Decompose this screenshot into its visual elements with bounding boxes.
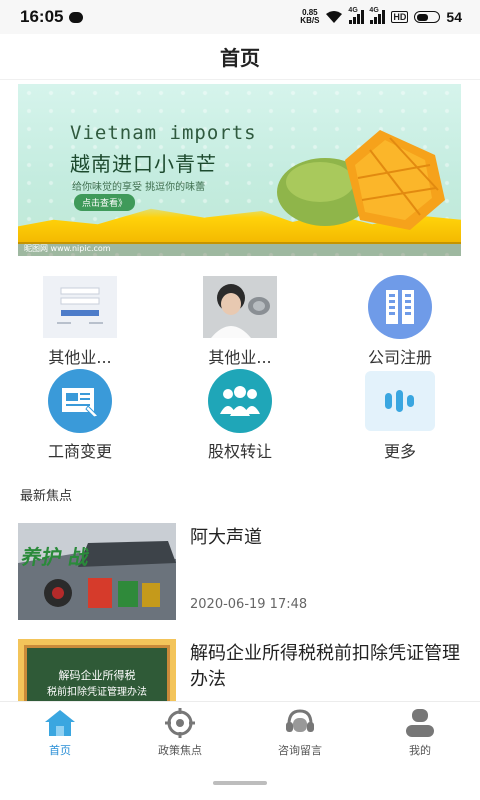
tab-label: 咨询留言	[278, 744, 322, 757]
grid-item-more[interactable]: 更多	[340, 370, 460, 462]
tab-policy-focus[interactable]: 政策焦点	[120, 702, 240, 767]
home-icon	[45, 710, 75, 736]
building-icon	[368, 275, 432, 339]
news-title: 阿大声道	[190, 527, 262, 548]
network-speed: 0.85 KB/S	[300, 8, 320, 25]
page-title: 首页	[220, 46, 260, 70]
document-edit-icon	[48, 369, 112, 433]
banner-subtitle: 给你味觉的享受 挑逗你的味蕾	[72, 182, 206, 193]
promo-banner[interactable]: Vietnam imports 越南进口小青芒 给你味觉的享受 挑逗你的味蕾 点…	[18, 84, 461, 256]
bottom-tab-bar: 首页 政策焦点 咨询留言 我的	[0, 701, 480, 767]
news-title: 解码企业所得税税前扣除凭证管理办法	[190, 643, 460, 690]
banner-view-button[interactable]: 点击查看》	[74, 194, 136, 211]
form-screenshot-thumbnail	[43, 276, 117, 338]
status-bar: 16:05 0.85 KB/S 4G 4G HD 54	[0, 0, 480, 34]
banner-title-cn: 越南进口小青芒	[70, 152, 217, 176]
news-thumbnail-text: 养护 战	[19, 545, 91, 569]
banner-watermark: 昵图网 www.nipic.com	[24, 244, 111, 253]
battery-level: 54	[446, 9, 462, 25]
user-icon	[406, 709, 434, 737]
tab-mine[interactable]: 我的	[360, 702, 480, 767]
news-item[interactable]: 解码企业所得税 税前扣除凭证管理办法 解码企业所得税税前扣除凭证管理办法	[18, 639, 462, 701]
signal-icon-2: 4G	[369, 7, 386, 24]
banner-title-en: Vietnam imports	[70, 122, 257, 144]
grid-label: 其他业...	[48, 348, 112, 367]
grid-item-company-registration[interactable]: 公司注册	[340, 275, 460, 368]
grid-label: 股权转让	[207, 442, 272, 461]
news-item[interactable]: 养护 战 阿大声道 2020-06-19 17:48	[18, 523, 462, 623]
hd-icon: HD	[391, 11, 409, 23]
grid-item-other-business-2[interactable]: 其他业...	[180, 276, 300, 368]
news-thumbnail-text-1: 解码企业所得税	[58, 669, 136, 682]
more-bars-icon	[365, 371, 435, 431]
app-header: 首页	[0, 34, 480, 80]
people-group-icon	[208, 369, 272, 433]
news-thumbnail: 养护 战	[18, 523, 176, 620]
grid-label: 其他业...	[208, 348, 272, 367]
news-thumbnail-text-2: 税前扣除凭证管理办法	[47, 687, 147, 698]
grid-label: 公司注册	[367, 348, 432, 367]
news-thumbnail: 解码企业所得税 税前扣除凭证管理办法	[18, 639, 176, 701]
home-indicator[interactable]	[213, 781, 267, 785]
tab-consultation[interactable]: 咨询留言	[240, 702, 360, 767]
message-notification-icon	[69, 11, 84, 23]
grid-label: 工商变更	[47, 442, 112, 461]
wifi-icon	[326, 11, 343, 23]
section-title: 最新焦点	[20, 489, 73, 504]
grid-label: 更多	[383, 442, 416, 461]
tab-label: 政策焦点	[158, 744, 202, 757]
battery-icon	[414, 11, 441, 23]
status-icons: 0.85 KB/S 4G 4G HD 54	[300, 7, 462, 25]
status-time: 16:05	[20, 7, 64, 26]
grid-item-other-business-1[interactable]: 其他业...	[20, 276, 140, 368]
tab-label: 我的	[409, 744, 431, 757]
tab-home[interactable]: 首页	[0, 702, 120, 767]
target-icon	[165, 708, 195, 738]
tab-label: 首页	[49, 744, 71, 757]
grid-item-equity-transfer[interactable]: 股权转让	[180, 369, 300, 462]
headset-icon	[286, 709, 314, 732]
grid-item-business-change[interactable]: 工商变更	[20, 369, 140, 462]
mango-illustration	[277, 130, 445, 230]
person-photo-thumbnail	[203, 276, 277, 338]
news-date: 2020-06-19 17:48	[190, 597, 308, 612]
signal-icon: 4G	[348, 7, 365, 24]
